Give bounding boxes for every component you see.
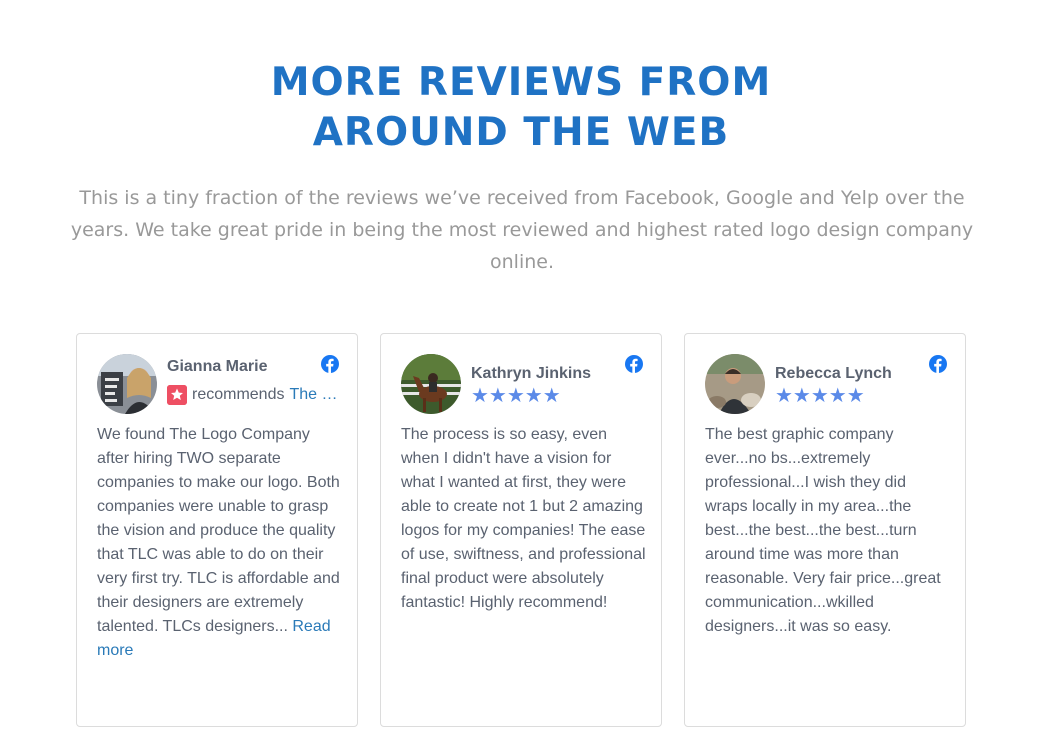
recommends-label: recommends — [192, 386, 285, 403]
section-title: MORE REVIEWS FROM AROUND THE WEB — [0, 58, 1042, 158]
avatar — [97, 354, 157, 414]
section-title-line-1: MORE REVIEWS FROM — [270, 60, 772, 105]
reviewer-name[interactable]: Rebecca Lynch — [775, 365, 892, 383]
review-text: The process is so easy, even when I didn… — [401, 426, 646, 611]
review-card: Gianna Marie recommends The Logo Company… — [76, 333, 358, 727]
star-rating: ★★★★★ — [471, 385, 561, 407]
review-text: We found The Logo Company after hiring T… — [97, 423, 345, 663]
recommended-page-link[interactable]: The Logo Company — [289, 386, 341, 404]
review-text: The best graphic company ever...no bs...… — [705, 426, 941, 635]
facebook-icon[interactable] — [625, 355, 643, 373]
facebook-icon[interactable] — [321, 355, 339, 373]
review-card: Kathryn Jinkins ★★★★★ The process is so … — [380, 333, 662, 727]
review-body: We found The Logo Company after hiring T… — [97, 426, 340, 635]
reviewer-name[interactable]: Gianna Marie — [167, 358, 267, 376]
facebook-icon[interactable] — [929, 355, 947, 373]
avatar — [705, 354, 765, 414]
section-title-line-2: AROUND THE WEB — [312, 110, 730, 155]
recommendation: recommends The Logo Company — [167, 385, 342, 405]
section-description: This is a tiny fraction of the reviews w… — [70, 187, 974, 273]
star-rating: ★★★★★ — [775, 385, 865, 407]
review-card: Rebecca Lynch ★★★★★ The best graphic com… — [684, 333, 966, 727]
avatar — [401, 354, 461, 414]
reviewer-name[interactable]: Kathryn Jinkins — [471, 365, 591, 383]
recommend-badge-icon — [167, 385, 187, 405]
